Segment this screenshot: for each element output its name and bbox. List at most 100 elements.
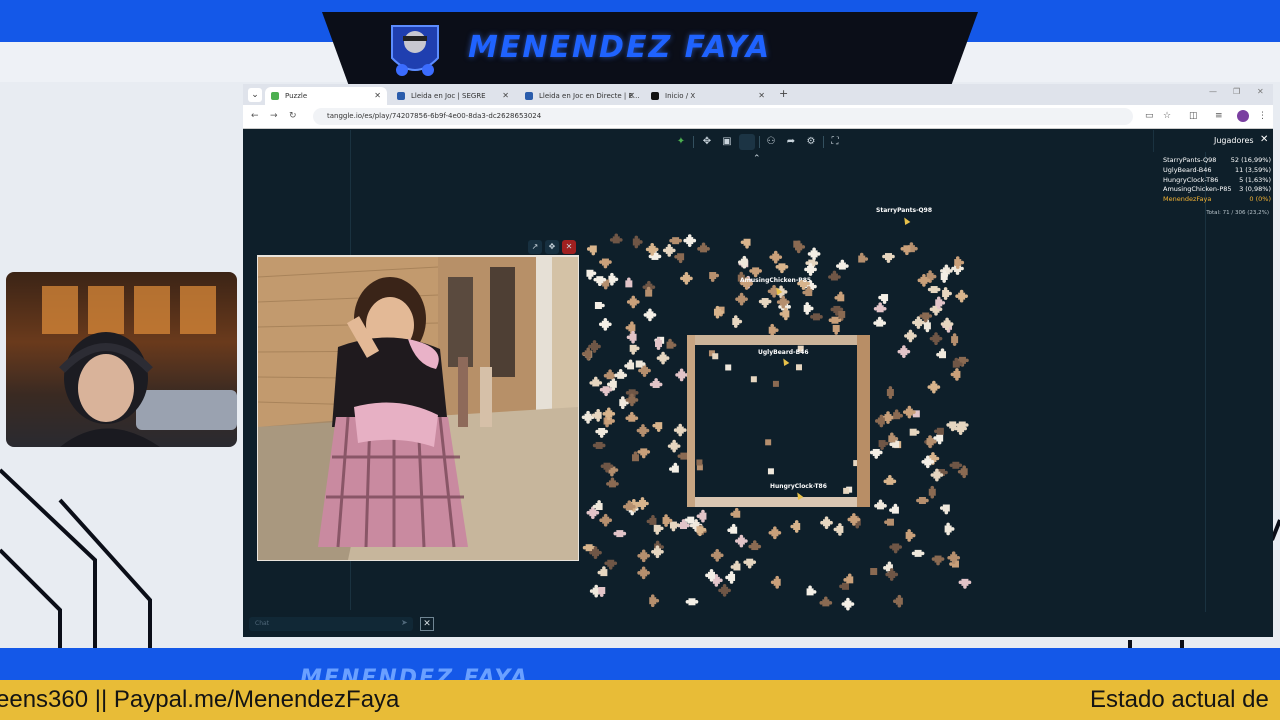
puzzle-piece[interactable] xyxy=(586,245,597,256)
puzzle-piece[interactable] xyxy=(819,596,833,607)
puzzle-piece[interactable] xyxy=(843,487,850,494)
puzzle-piece[interactable] xyxy=(666,338,677,349)
puzzle-piece[interactable] xyxy=(929,332,943,345)
puzzle-piece[interactable] xyxy=(735,534,748,548)
puzzle-piece[interactable] xyxy=(696,459,703,466)
puzzle-piece[interactable] xyxy=(807,247,821,261)
puzzle-piece[interactable] xyxy=(685,598,699,606)
puzzle-piece[interactable] xyxy=(775,263,789,274)
puzzle-piece[interactable] xyxy=(730,560,741,571)
puzzle-piece[interactable] xyxy=(758,298,772,308)
puzzle-piece[interactable] xyxy=(604,559,618,570)
puzzle-piece[interactable] xyxy=(606,477,619,488)
puzzle-piece[interactable] xyxy=(833,523,844,536)
puzzle-piece[interactable] xyxy=(637,549,651,563)
new-tab-button[interactable]: + xyxy=(779,87,788,100)
puzzle-piece[interactable] xyxy=(765,439,772,446)
close-icon[interactable]: ✕ xyxy=(374,87,381,105)
puzzle-piece[interactable] xyxy=(727,523,738,534)
puzzle-piece[interactable] xyxy=(836,259,849,270)
puzzle-piece[interactable] xyxy=(643,308,657,322)
maximize-icon[interactable]: ❐ xyxy=(1233,87,1240,96)
puzzle-piece[interactable] xyxy=(806,585,817,596)
puzzle-piece[interactable] xyxy=(680,272,693,285)
puzzle-piece[interactable] xyxy=(958,578,972,589)
puzzle-piece[interactable] xyxy=(911,549,925,557)
puzzle-piece[interactable] xyxy=(936,348,947,359)
close-icon[interactable]: ✕ xyxy=(758,87,765,105)
puzzle-piece[interactable] xyxy=(828,270,841,281)
puzzle-piece[interactable] xyxy=(951,333,959,346)
puzzle-piece[interactable] xyxy=(662,244,676,257)
puzzle-piece[interactable] xyxy=(884,518,894,526)
puzzle-piece[interactable] xyxy=(649,594,660,608)
tab-puzzle[interactable]: Puzzle ✕ xyxy=(265,87,387,105)
puzzle-piece[interactable] xyxy=(599,258,612,269)
puzzle-piece[interactable] xyxy=(767,468,774,475)
puzzle-piece[interactable] xyxy=(882,253,895,263)
puzzle-piece[interactable] xyxy=(718,584,731,597)
puzzle-piece[interactable] xyxy=(928,485,936,499)
bookmark-star-icon[interactable]: ☆ xyxy=(1163,111,1171,121)
puzzle-piece[interactable] xyxy=(749,267,762,278)
puzzle-piece[interactable] xyxy=(743,558,757,569)
puzzle-piece[interactable] xyxy=(683,234,697,247)
puzzle-piece[interactable] xyxy=(636,424,650,437)
reload-icon[interactable]: ↻ xyxy=(289,111,297,121)
puzzle-piece[interactable] xyxy=(893,409,903,420)
puzzle-piece[interactable] xyxy=(589,376,603,387)
puzzle-piece[interactable] xyxy=(790,520,801,533)
puzzle-piece[interactable] xyxy=(839,582,850,590)
puzzle-piece[interactable] xyxy=(709,272,720,282)
puzzle-piece[interactable] xyxy=(595,427,609,438)
puzzle-piece[interactable] xyxy=(869,448,883,459)
puzzle-piece[interactable] xyxy=(646,515,657,525)
puzzle-piece[interactable] xyxy=(858,252,869,263)
tab-directe[interactable]: Lleida en Joc en Directe | E... ✕ xyxy=(519,87,641,105)
puzzle-piece[interactable] xyxy=(950,368,961,381)
puzzle-piece[interactable] xyxy=(886,386,894,399)
puzzle-piece[interactable] xyxy=(772,380,779,387)
puzzle-piece[interactable] xyxy=(934,427,944,435)
puzzle-piece[interactable] xyxy=(669,462,679,473)
puzzle-piece[interactable] xyxy=(904,329,917,343)
tab-x[interactable]: Inicio / X ✕ xyxy=(645,87,771,105)
puzzle-piece[interactable] xyxy=(931,555,945,566)
puzzle-piece[interactable] xyxy=(626,330,637,344)
url-field[interactable]: tanggle.io/es/play/74207856-6b9f-4e00-8d… xyxy=(313,108,1133,125)
minimize-icon[interactable]: — xyxy=(1209,87,1217,96)
close-icon[interactable]: ✕ xyxy=(628,87,635,105)
puzzle-piece[interactable] xyxy=(725,364,732,371)
tab-segre[interactable]: Lleida en Joc | SEGRE ✕ xyxy=(391,87,515,105)
send-icon[interactable]: ➤ xyxy=(401,618,408,627)
puzzle-piece[interactable] xyxy=(900,245,911,256)
puzzle-piece[interactable] xyxy=(768,526,782,540)
puzzle-piece[interactable] xyxy=(795,364,802,371)
puzzle-piece[interactable] xyxy=(832,324,840,335)
puzzle-piece[interactable] xyxy=(883,475,897,485)
puzzle-piece[interactable] xyxy=(598,587,606,597)
puzzle-piece[interactable] xyxy=(942,287,952,300)
chat-input[interactable]: Chat xyxy=(249,617,413,631)
close-icon[interactable]: ✕ xyxy=(1260,134,1268,145)
puzzle-piece[interactable] xyxy=(608,272,619,286)
puzzle-piece[interactable] xyxy=(603,369,617,380)
puzzle-piece[interactable] xyxy=(712,353,719,360)
puzzle-piece[interactable] xyxy=(669,521,680,532)
back-icon[interactable]: ← xyxy=(251,111,259,121)
puzzle-piece[interactable] xyxy=(591,409,602,422)
puzzle-piece[interactable] xyxy=(629,344,640,355)
puzzle-piece[interactable] xyxy=(843,573,854,584)
puzzle-piece[interactable] xyxy=(609,233,623,244)
puzzle-piece[interactable] xyxy=(675,368,688,382)
puzzle-piece[interactable] xyxy=(632,235,643,249)
puzzle-piece[interactable] xyxy=(841,597,855,611)
puzzle-piece[interactable] xyxy=(581,410,595,424)
puzzle-piece[interactable] xyxy=(673,423,687,437)
browser-menu-icon[interactable]: ⋮ xyxy=(1258,111,1267,121)
puzzle-piece[interactable] xyxy=(652,422,663,432)
puzzle-piece[interactable] xyxy=(697,242,710,253)
puzzle-piece[interactable] xyxy=(769,250,783,264)
puzzle-piece[interactable] xyxy=(748,540,762,551)
puzzle-piece[interactable] xyxy=(927,380,941,394)
